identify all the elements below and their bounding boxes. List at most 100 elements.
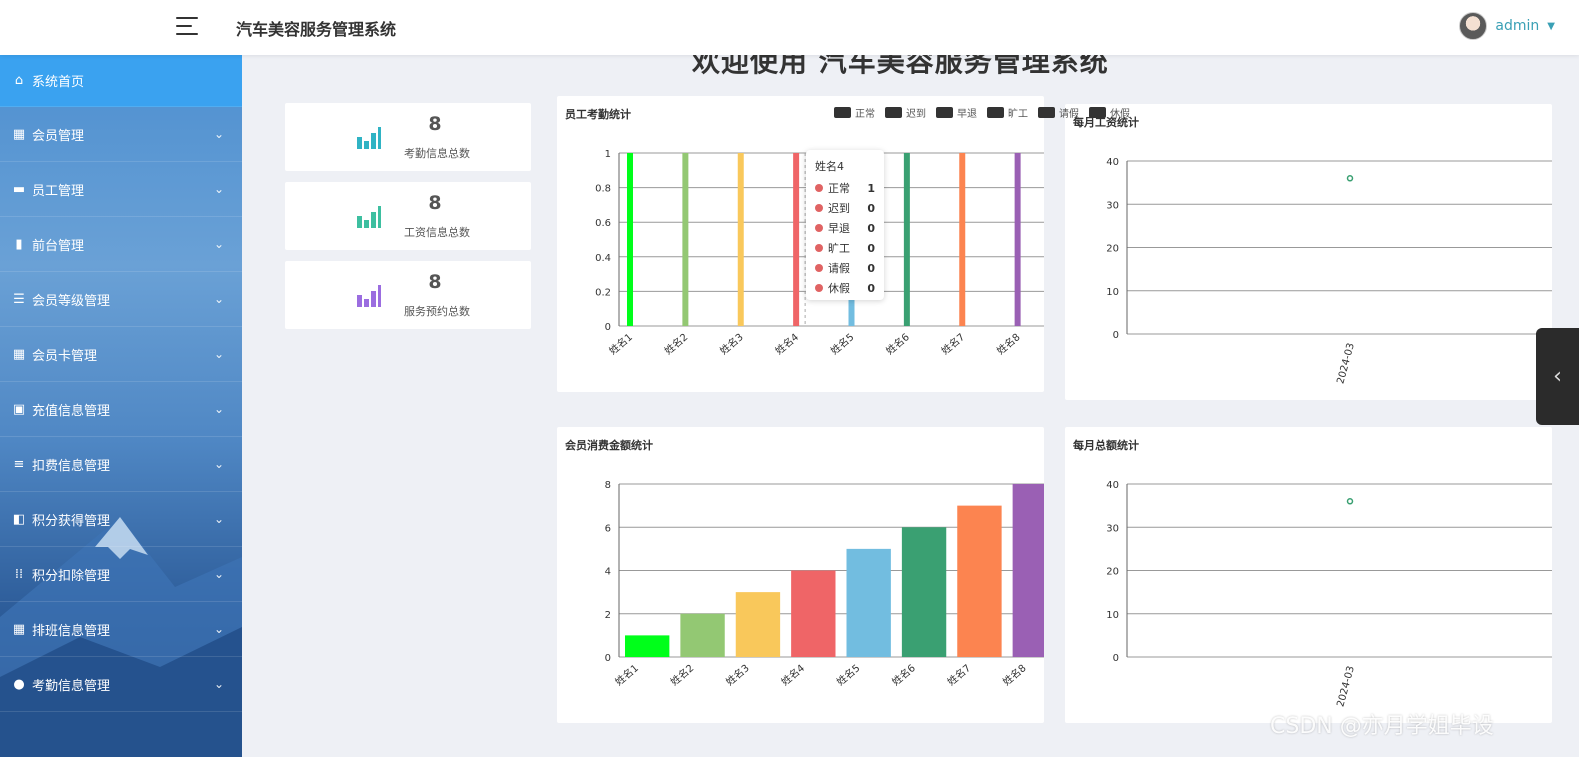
app-title: 汽车美容服务管理系统 [236,20,397,39]
side-panel-toggle[interactable]: ‹ [1536,328,1579,425]
data-point [1346,175,1354,182]
sidebar-item-5[interactable]: ▦ 会员卡管理 ⌄ [0,327,242,382]
stat-card: 8 工资信息总数 [285,182,531,250]
chevron-down-icon[interactable]: ⌄ [214,347,224,361]
sidebar-item-4[interactable]: ☰ 会员等级管理 ⌄ [0,272,242,327]
sidebar-item-10[interactable]: ▦ 排班信息管理 ⌄ [0,602,242,657]
total-chart[interactable]: 0 10 20 30 40 2024-03 [1065,427,1552,723]
legend-item[interactable]: 正常 [834,105,875,120]
x-tick-label: 姓名2 [668,661,697,688]
tooltip-series-value: 0 [867,221,875,235]
y-tick-label: 10 [1106,287,1119,298]
tooltip-series-name: 迟到 [828,202,850,215]
grid-icon: ▦ [12,621,26,637]
attendance-chart[interactable]: 0 0.2 0.4 0.6 0.8 1 姓名1 姓名2 姓名3 姓名4 姓名5 姓名6 姓名7 姓名8 [557,96,1044,392]
y-tick-label: 0 [1113,653,1119,664]
sidebar: ⌂ 系统首页 ▦ 会员管理 ⌄ ▬ 员工管理 ⌄ ▮ 前台管理 ⌄ ☰ 会员等级管理 ⌄ ▦ 会员卡管理 ⌄ ▣ 充… [0,55,242,757]
chevron-down-icon[interactable]: ⌄ [214,677,224,691]
legend-label: 早退 [957,109,977,120]
series-dot [815,224,823,232]
sidebar-item-7[interactable]: ≡ 扣费信息管理 ⌄ [0,437,242,492]
menu-toggle-icon[interactable] [176,17,198,37]
top-bar: 汽车美容服务管理系统 admin ▼ [0,0,1579,55]
chevron-down-icon[interactable]: ⌄ [214,127,224,141]
chevron-down-icon[interactable]: ▼ [1547,21,1555,32]
x-tick-label: 姓名2 [662,330,691,357]
sidebar-item-label: 排班信息管理 [32,623,111,639]
tooltip-series-value: 1 [867,181,875,195]
ticket-icon: ▬ [12,181,26,197]
bar-chart-icon [357,206,381,228]
chevron-down-icon[interactable]: ⌄ [214,292,224,306]
chevron-down-icon[interactable]: ⌄ [214,237,224,251]
sidebar-item-2[interactable]: ▬ 员工管理 ⌄ [0,162,242,217]
sidebar-item-11[interactable]: ● 考勤信息管理 ⌄ [0,657,242,712]
consumption-chart[interactable]: 0 2 4 6 8 姓名1 姓名2 姓名3 姓名4 姓名5 姓名6 姓名7 姓名8 [557,427,1044,723]
x-tick-label: 姓名1 [606,330,635,357]
bar [791,570,836,657]
bar [627,153,633,326]
stat-value: 8 [428,192,442,214]
legend-item[interactable]: 旷工 [987,105,1028,120]
data-point [1346,498,1354,505]
consumption-panel: 会员消费金额统计 0 2 4 6 8 姓名1 姓名2 姓名3 姓名4 姓名5 姓名6 姓名7 姓名8 [557,427,1044,723]
sidebar-item-1[interactable]: ▦ 会员管理 ⌄ [0,107,242,162]
chevron-left-icon[interactable]: ‹ [1553,364,1562,389]
salary-chart[interactable]: 0 10 20 30 40 2024-03 [1065,104,1552,400]
legend-item[interactable]: 请假 [1038,105,1079,120]
sidebar-item-0[interactable]: ⌂ 系统首页 [0,55,242,107]
y-tick-label: 0.4 [595,253,611,264]
x-tick-label: 姓名7 [939,330,968,357]
chevron-down-icon[interactable]: ⌄ [214,512,224,526]
sidebar-item-label: 会员管理 [32,128,85,144]
bar [846,548,891,657]
tooltip-series-name: 旷工 [828,242,850,255]
bar [901,527,947,657]
sidebar-item-label: 扣费信息管理 [32,458,111,474]
y-tick-label: 0 [605,322,611,333]
grid-icon: ▦ [12,126,26,142]
sidebar-item-6[interactable]: ▣ 充值信息管理 ⌄ [0,382,242,437]
legend-item[interactable]: 早退 [936,105,977,120]
chevron-down-icon[interactable]: ⌄ [214,182,224,196]
list-icon: ☰ [13,291,25,307]
tooltip-series-name: 休假 [828,282,850,295]
x-tick-label: 姓名3 [723,661,752,688]
bar [793,153,800,326]
legend-item[interactable]: 迟到 [885,105,926,120]
stat-value: 8 [428,271,442,293]
sidebar-item-label: 前台管理 [32,238,85,254]
username[interactable]: admin [1495,18,1539,34]
x-tick-label: 姓名1 [612,661,641,688]
legend-swatch [885,107,902,118]
home-icon: ⌂ [14,73,24,88]
sidebar-item-8[interactable]: ◧ 积分获得管理 ⌄ [0,492,242,547]
sidebar-menu: ⌂ 系统首页 ▦ 会员管理 ⌄ ▬ 员工管理 ⌄ ▮ 前台管理 ⌄ ☰ 会员等级管理 ⌄ ▦ 会员卡管理 ⌄ ▣ 充… [0,55,242,712]
legend-swatch [834,107,851,118]
x-tick-label: 2024-03 [1335,342,1356,385]
legend-swatch [1089,107,1106,118]
chevron-down-icon[interactable]: ⌄ [214,402,224,416]
sidebar-item-3[interactable]: ▮ 前台管理 ⌄ [0,217,242,272]
bar [735,592,781,657]
y-tick-label: 1 [605,149,611,160]
y-tick-label: 30 [1106,523,1119,534]
legend-item[interactable]: 休假 [1089,105,1130,120]
chevron-down-icon[interactable]: ⌄ [214,567,224,581]
x-tick-label: 姓名5 [828,330,857,357]
bar [957,505,1002,657]
user-menu[interactable]: admin ▼ [1459,12,1555,40]
tooltip-series-name: 正常 [828,182,850,195]
avatar[interactable] [1459,12,1488,40]
legend-label: 休假 [1110,109,1130,120]
sidebar-item-9[interactable]: ⁞⁞ 积分扣除管理 ⌄ [0,547,242,602]
wallet-icon: ◧ [12,511,26,527]
chevron-down-icon[interactable]: ⌄ [214,457,224,471]
bar [959,153,966,326]
tooltip-row: 早退 0 [815,218,875,238]
x-tick-label: 姓名3 [717,330,746,357]
tooltip-row: 休假 0 [815,278,875,298]
x-tick-label: 姓名6 [883,330,912,357]
chevron-down-icon[interactable]: ⌄ [214,622,224,636]
x-tick-label: 2024-03 [1335,665,1356,708]
